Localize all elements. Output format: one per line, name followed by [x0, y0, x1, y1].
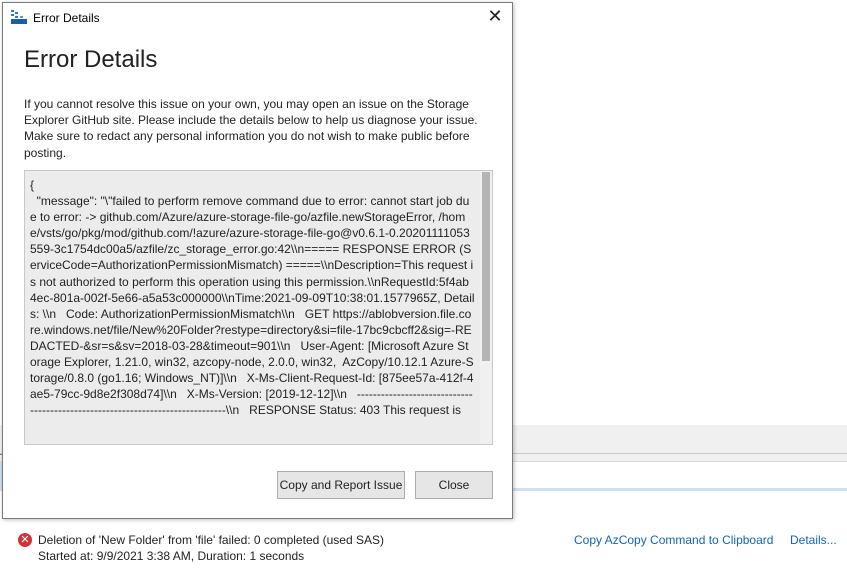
copy-and-report-issue-button[interactable]: Copy and Report Issue	[277, 471, 405, 499]
dialog-title: Error Details	[33, 11, 100, 25]
error-circle-icon: ✕	[18, 533, 32, 547]
scrollbar-thumb[interactable]	[482, 172, 490, 361]
background-input-field[interactable]	[512, 461, 847, 489]
activity-title: Deletion of 'New Folder' from 'file' fai…	[38, 533, 384, 547]
error-details-dialog: Error Details ✕ Error Details If you can…	[2, 2, 513, 519]
activity-subtitle: Started at: 9/9/2021 3:38 AM, Duration: …	[38, 549, 305, 563]
storage-explorer-icon	[11, 10, 27, 24]
close-button[interactable]: Close	[415, 471, 493, 499]
error-details-text[interactable]: { "message": "\"failed to perform remove…	[30, 177, 475, 418]
activity-log-entry: ✕ Deletion of 'New Folder' from 'file' f…	[18, 530, 847, 568]
screen: ✕ Deletion of 'New Folder' from 'file' f…	[0, 0, 847, 568]
dialog-titlebar[interactable]: Error Details ✕	[3, 3, 512, 32]
dialog-description: If you cannot resolve this issue on your…	[24, 97, 478, 160]
vertical-scrollbar[interactable]	[480, 171, 492, 444]
close-icon[interactable]: ✕	[484, 6, 506, 28]
error-details-textbox[interactable]: { "message": "\"failed to perform remove…	[24, 170, 493, 445]
copy-azcopy-command-link[interactable]: Copy AzCopy Command to Clipboard	[574, 533, 773, 547]
background-selection-highlight	[512, 488, 847, 491]
details-link[interactable]: Details...	[790, 533, 837, 547]
page-title: Error Details	[24, 46, 158, 73]
